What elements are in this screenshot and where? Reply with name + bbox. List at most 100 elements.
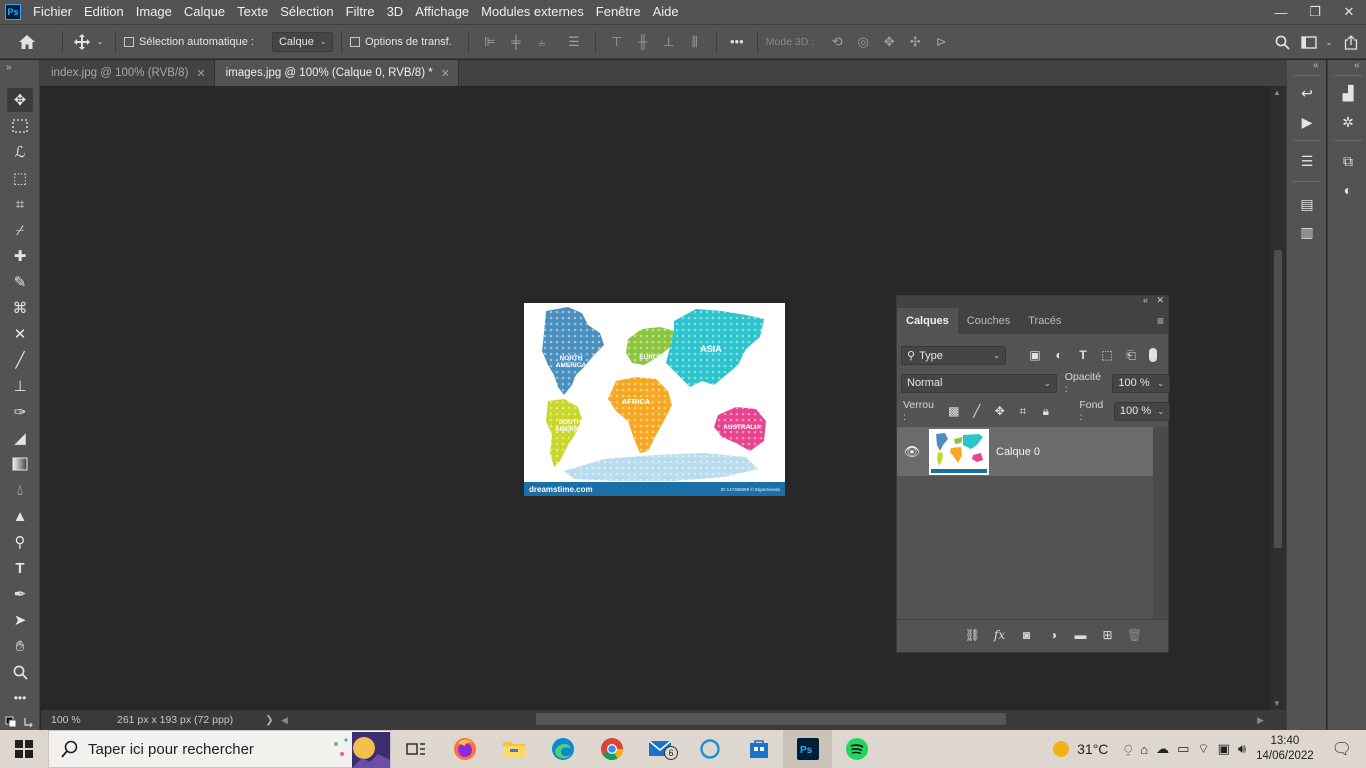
edge-icon[interactable] bbox=[538, 730, 587, 768]
menu-fenetre[interactable]: Fenêtre bbox=[590, 0, 647, 24]
layer-style-fx-icon[interactable]: fx bbox=[986, 628, 1013, 642]
document-image[interactable]: NORTH AMERICA EUROPE ASIA AFRICA SOUTH A… bbox=[524, 303, 785, 496]
lock-artboard-icon[interactable]: ⌗ bbox=[1011, 404, 1034, 419]
restore-button[interactable]: ❐ bbox=[1298, 0, 1332, 24]
blur-tool-icon[interactable]: 💧︎ bbox=[7, 478, 33, 502]
filter-toggle-switch[interactable] bbox=[1149, 348, 1157, 362]
menu-modules-externes[interactable]: Modules externes bbox=[475, 0, 590, 24]
edit-toolbar-icon[interactable]: ••• bbox=[7, 686, 33, 710]
distribute-icon[interactable]: ☰ bbox=[561, 34, 587, 50]
menu-3d[interactable]: 3D bbox=[381, 0, 410, 24]
actions-panel-icon[interactable]: ▶ bbox=[1296, 111, 1318, 133]
wifi-icon[interactable]: ⌔ bbox=[1197, 741, 1209, 757]
distribute-vertical-icon[interactable]: ⫼ bbox=[682, 34, 708, 50]
eye-icon[interactable]: 👁︎ bbox=[897, 444, 927, 460]
sharpen-tool-icon[interactable]: ▲ bbox=[7, 504, 33, 528]
menu-fichier[interactable]: Fichier bbox=[27, 0, 78, 24]
auto-select-target-dropdown[interactable]: Calque ⌄ bbox=[271, 31, 333, 52]
layers-scrollbar[interactable] bbox=[1153, 427, 1168, 619]
navigator-panel-icon[interactable]: ✲ bbox=[1337, 111, 1359, 133]
new-group-folder-icon[interactable]: ▬ bbox=[1067, 628, 1094, 642]
menu-texte[interactable]: Texte bbox=[231, 0, 274, 24]
network-icon[interactable]: ▣ bbox=[1218, 741, 1230, 757]
content-aware-tool-icon[interactable]: ⌘ bbox=[7, 296, 33, 320]
history-panel-icon[interactable]: ↩︎ bbox=[1296, 82, 1318, 104]
adjustments-panel-icon[interactable]: ◐ bbox=[1337, 179, 1359, 201]
people-icon[interactable]: ⍜ bbox=[1124, 741, 1132, 757]
filter-adjustment-icon[interactable]: ◐ bbox=[1047, 348, 1071, 362]
chevron-down-icon[interactable]: ⌄ bbox=[93, 37, 107, 46]
eyedropper-tool-icon[interactable]: ⌿ bbox=[7, 218, 33, 242]
expand-panels-icon[interactable]: « bbox=[1354, 60, 1360, 71]
lock-transparency-icon[interactable]: ▩ bbox=[942, 404, 965, 418]
brush-tool-icon[interactable]: ✎ bbox=[7, 270, 33, 294]
menu-edition[interactable]: Edition bbox=[78, 0, 130, 24]
menu-calque[interactable]: Calque bbox=[178, 0, 231, 24]
blend-mode-dropdown[interactable]: Normal ⌄ bbox=[901, 373, 1057, 393]
close-icon[interactable]: ✕ bbox=[441, 67, 450, 80]
file-explorer-icon[interactable] bbox=[489, 730, 538, 768]
align-left-icon[interactable]: ⊫ bbox=[477, 34, 503, 50]
properties-panel-icon[interactable]: ▤ bbox=[1296, 193, 1318, 215]
adjustment-layer-icon[interactable]: ◑ bbox=[1040, 628, 1067, 642]
more-options-icon[interactable]: ••• bbox=[725, 34, 749, 49]
scroll-up-icon[interactable]: ▲ bbox=[1273, 88, 1281, 97]
expand-panels-icon[interactable]: « bbox=[1313, 60, 1319, 71]
auto-select-checkbox[interactable] bbox=[124, 36, 134, 47]
menu-image[interactable]: Image bbox=[130, 0, 178, 24]
tab-index-jpg[interactable]: index.jpg @ 100% (RVB/8) ✕ bbox=[40, 60, 215, 86]
healing-brush-tool-icon[interactable]: ✚ bbox=[7, 244, 33, 268]
add-mask-icon[interactable]: ◙ bbox=[1013, 628, 1040, 642]
path-selection-tool-icon[interactable]: ➤ bbox=[7, 608, 33, 632]
close-button[interactable]: ✕ bbox=[1332, 0, 1366, 24]
align-right-icon[interactable]: ⫨ bbox=[529, 34, 555, 50]
cortana-icon[interactable] bbox=[685, 730, 734, 768]
align-top-icon[interactable]: ⊤ bbox=[604, 34, 630, 50]
object-selection-tool-icon[interactable]: ⬚ bbox=[7, 166, 33, 190]
lock-position-icon[interactable]: ✥ bbox=[988, 404, 1011, 418]
chrome-icon[interactable] bbox=[587, 730, 636, 768]
scroll-down-icon[interactable]: ▼ bbox=[1273, 699, 1281, 708]
workspace-icon[interactable] bbox=[1296, 36, 1322, 49]
transform-controls-checkbox[interactable] bbox=[349, 36, 360, 47]
lasso-tool-icon[interactable]: ℒ bbox=[7, 140, 33, 164]
menu-filtre[interactable]: Filtre bbox=[340, 0, 381, 24]
chevron-down-icon[interactable]: ⌄ bbox=[1322, 38, 1336, 47]
clone-stamp-tool-icon[interactable]: ⊥ bbox=[7, 374, 33, 398]
status-arrow-icon[interactable]: ❯ bbox=[265, 714, 281, 726]
fill-field[interactable]: 100 % ⌄ bbox=[1113, 401, 1171, 421]
meet-now-icon[interactable]: ⌂ bbox=[1140, 742, 1148, 757]
tab-traces[interactable]: Tracés bbox=[1019, 308, 1070, 334]
crossfade-tool-icon[interactable]: ✕ bbox=[7, 322, 33, 346]
weather-sun-icon[interactable] bbox=[1053, 741, 1070, 757]
libraries-panel-icon[interactable]: ⧉ bbox=[1337, 150, 1359, 172]
type-tool-icon[interactable]: T bbox=[7, 556, 33, 580]
menu-aide[interactable]: Aide bbox=[647, 0, 685, 24]
menu-affichage[interactable]: Affichage bbox=[409, 0, 475, 24]
horizontal-scroll-thumb[interactable] bbox=[536, 713, 1006, 725]
dodge-tool-icon[interactable]: ⚲ bbox=[7, 530, 33, 554]
taskbar-search-box[interactable]: Taper ici pour rechercher bbox=[48, 730, 391, 768]
collapse-panel-icon[interactable]: « bbox=[1143, 295, 1148, 305]
vertical-scrollbar[interactable]: ▲ ▼ bbox=[1270, 86, 1286, 710]
zoom-tool-icon[interactable] bbox=[7, 660, 33, 684]
align-center-icon[interactable]: ╪ bbox=[503, 34, 529, 49]
paintbrush-tool-icon[interactable]: ╱ bbox=[7, 348, 33, 372]
search-icon[interactable] bbox=[1268, 35, 1296, 50]
link-layers-icon[interactable]: ⛓︎ bbox=[959, 628, 986, 642]
trash-icon[interactable]: 🗑︎ bbox=[1121, 628, 1148, 642]
lock-all-icon[interactable]: 🔒︎ bbox=[1034, 404, 1057, 419]
photoshop-taskbar-icon[interactable]: Ps bbox=[783, 730, 832, 768]
drag-3d-icon[interactable]: ✥ bbox=[876, 34, 902, 50]
layer-row[interactable]: 👁︎ Calque 0 bbox=[897, 427, 1153, 476]
panel-menu-icon[interactable]: ≡ bbox=[1157, 314, 1164, 328]
crop-tool-icon[interactable]: ⌗ bbox=[7, 192, 33, 216]
gradient-tool-icon[interactable] bbox=[7, 452, 33, 476]
filter-pixel-icon[interactable]: ▣ bbox=[1023, 348, 1047, 362]
store-icon[interactable] bbox=[734, 730, 783, 768]
notes-panel-icon[interactable]: ▥ bbox=[1296, 221, 1318, 243]
battery-icon[interactable]: ▭ bbox=[1177, 741, 1189, 757]
roll-3d-icon[interactable]: ◎ bbox=[850, 34, 876, 50]
share-icon[interactable] bbox=[1336, 35, 1366, 50]
align-middle-icon[interactable]: ╫ bbox=[630, 34, 656, 49]
